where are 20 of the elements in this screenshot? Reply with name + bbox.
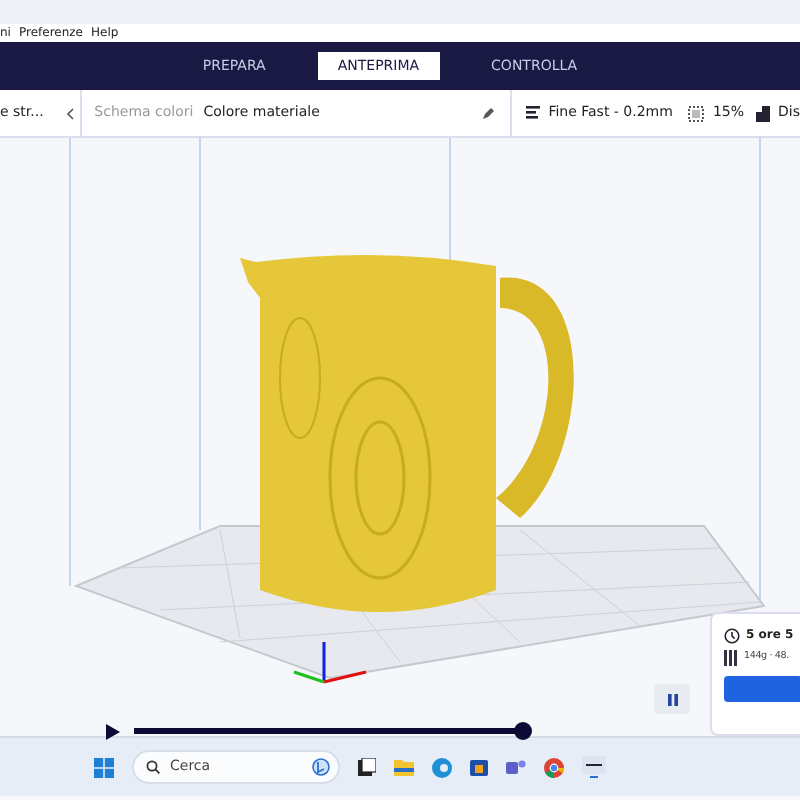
- pencil-icon[interactable]: [482, 107, 495, 119]
- infill-icon: [688, 105, 705, 121]
- windows-start-icon[interactable]: [94, 757, 114, 777]
- store-icon[interactable]: [470, 758, 488, 776]
- support-icon: [756, 105, 771, 121]
- pause-icon: [667, 693, 677, 705]
- search-icon: [146, 760, 160, 774]
- chat-icon[interactable]: [506, 758, 526, 776]
- folder-icon[interactable]: [394, 758, 414, 776]
- filament-icon: [724, 650, 738, 666]
- pause-button[interactable]: [654, 684, 690, 714]
- clock-icon: [724, 627, 740, 643]
- chevron-left-icon[interactable]: [66, 107, 75, 119]
- browser-icon[interactable]: [432, 757, 452, 777]
- browser-icon[interactable]: [544, 757, 564, 777]
- profile-icon: [526, 106, 541, 120]
- app-icon[interactable]: [582, 756, 606, 778]
- task-view-icon[interactable]: [358, 758, 376, 776]
- play-icon[interactable]: [106, 724, 120, 740]
- assistant-icon[interactable]: [312, 758, 330, 776]
